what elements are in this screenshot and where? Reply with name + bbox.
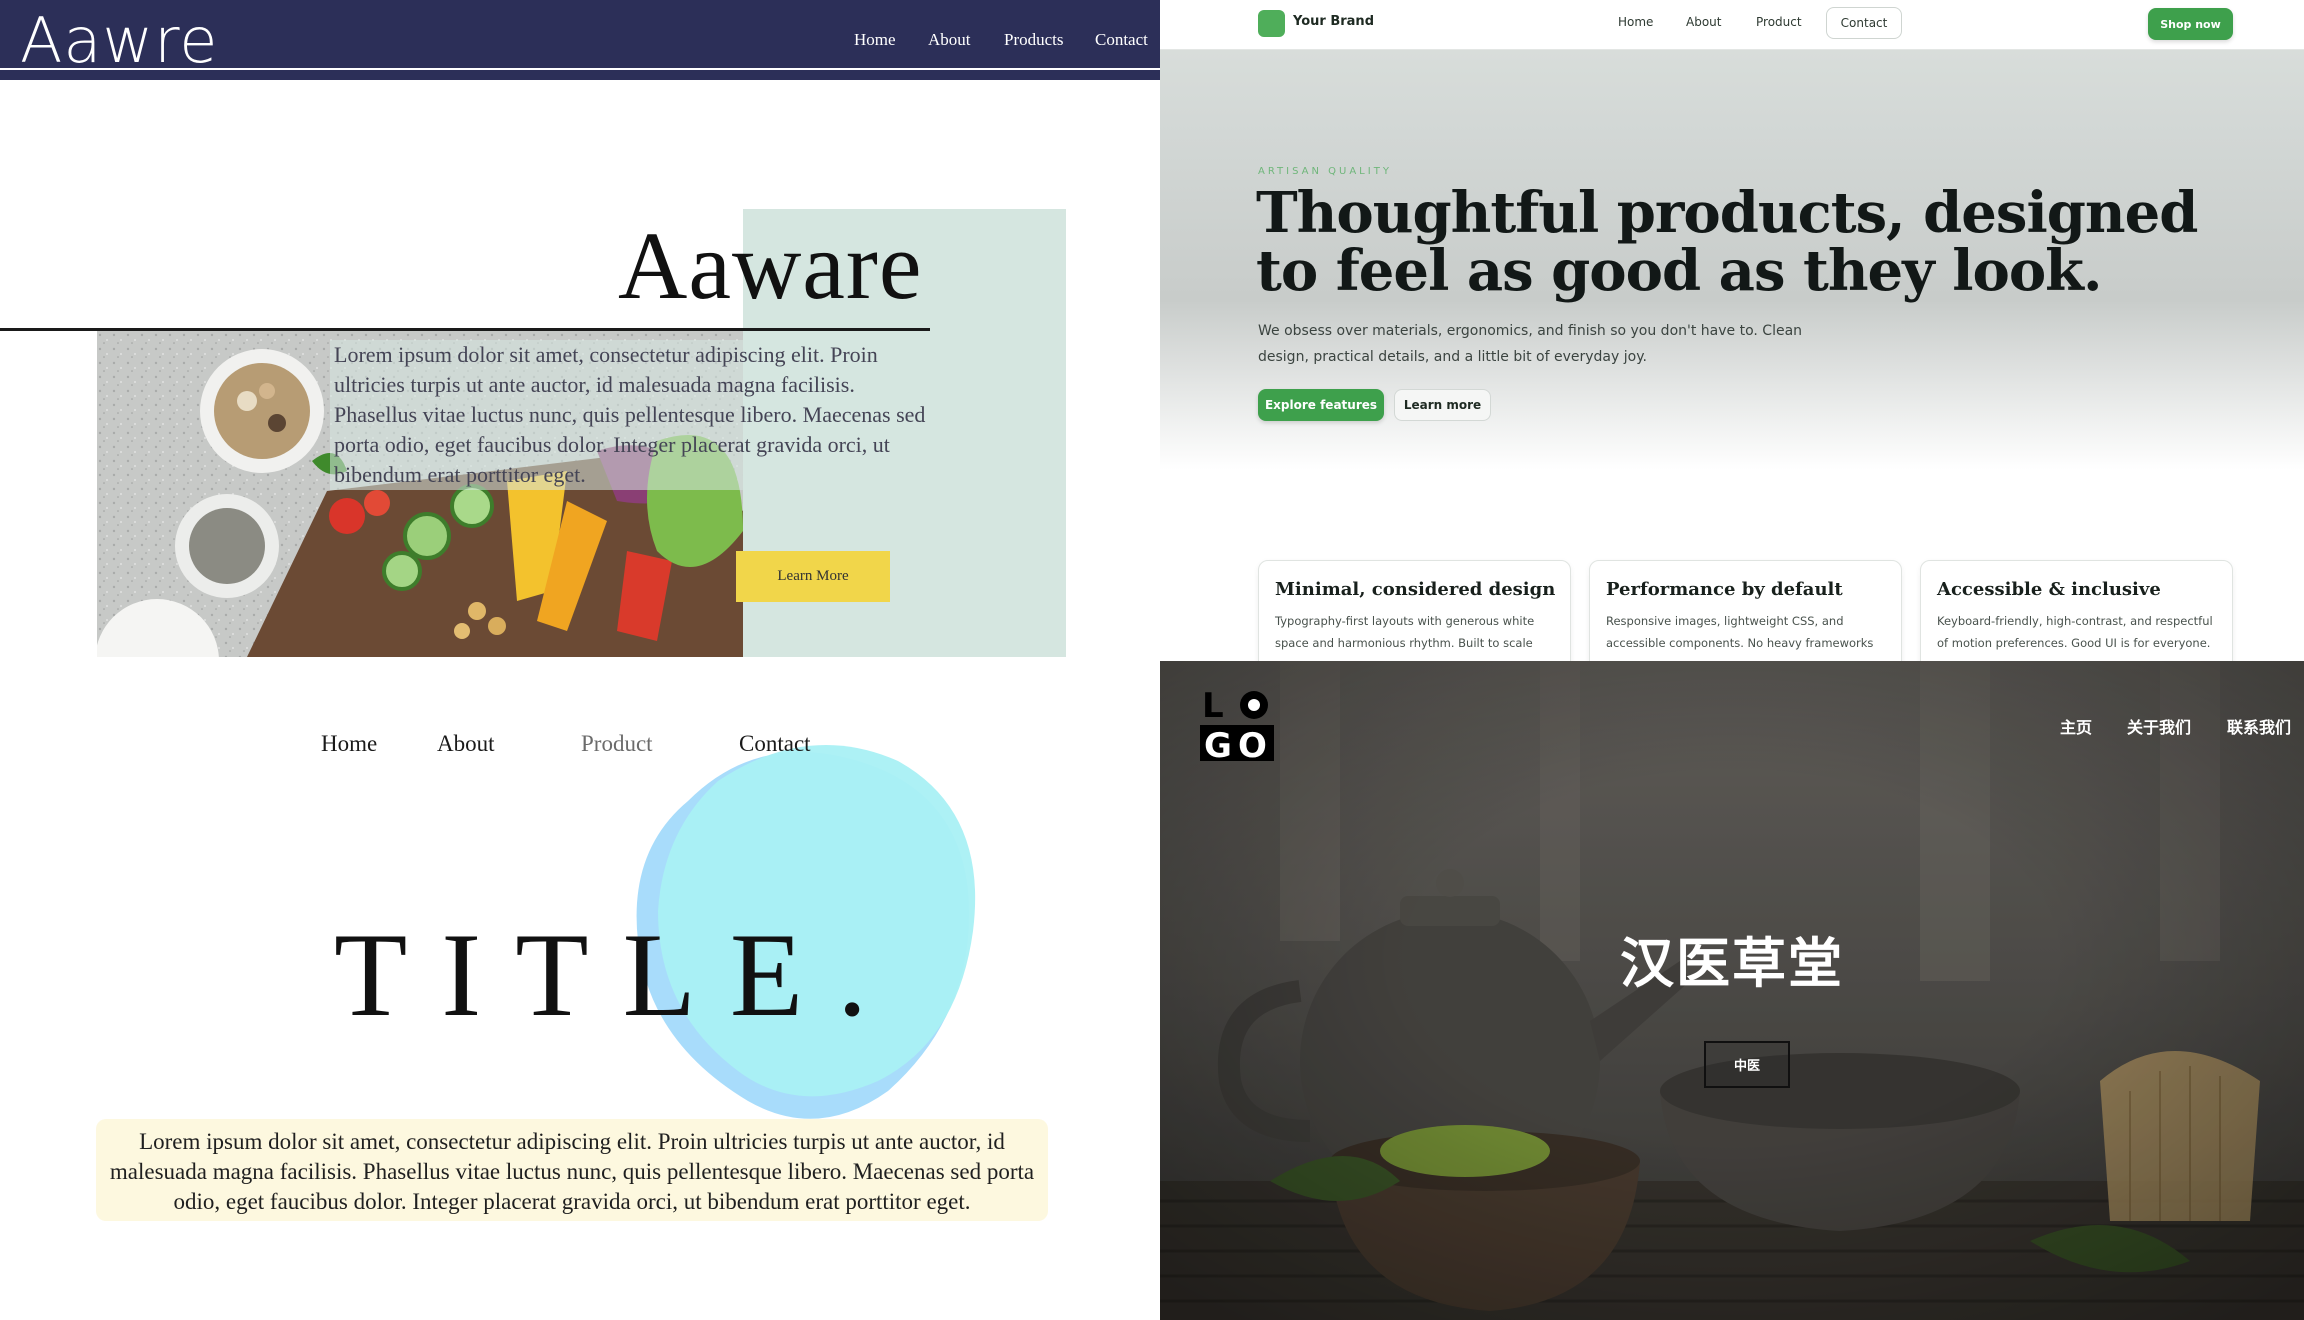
panel-herbal-hall-site: L G O 主页 关于我们 联系我们 汉医草堂 中医 (1160, 661, 2304, 1320)
panel-your-brand-site: Your Brand Home About Product Contact Sh… (1160, 0, 2304, 661)
brand-name[interactable]: Your Brand (1293, 14, 1374, 29)
intro-paragraph: Lorem ipsum dolor sit amet, consectetur … (330, 340, 930, 490)
feature-card-body: Typography-first layouts with generous w… (1275, 614, 1535, 650)
feature-card-title: Performance by default (1606, 579, 1843, 600)
nav-about[interactable]: About (928, 30, 971, 50)
feature-card: Minimal, considered design Typography-fi… (1258, 560, 1571, 661)
brand-logo-icon[interactable] (1258, 10, 1285, 37)
nav-about[interactable]: About (1686, 15, 1721, 29)
shop-now-button[interactable]: Shop now (2148, 8, 2233, 40)
hero-lede: We obsess over materials, ergonomics, an… (1258, 323, 1803, 365)
nav-about[interactable]: 关于我们 (2127, 714, 2191, 738)
site-logo[interactable]: Aawre (20, 4, 218, 77)
nav-about[interactable]: About (437, 731, 495, 757)
feature-card-body: Keyboard-friendly, high-contrast, and re… (1937, 614, 2213, 650)
nav-contact[interactable]: Contact (1095, 30, 1148, 50)
nav-home[interactable]: Home (1618, 15, 1653, 29)
nav-contact[interactable]: 联系我们 (2227, 714, 2291, 738)
nav-products[interactable]: Products (1004, 30, 1064, 50)
hero-divider (0, 328, 930, 331)
learn-more-button[interactable]: Learn more (1394, 389, 1491, 421)
learn-more-button[interactable]: Learn More (736, 551, 890, 602)
nav-home[interactable]: Home (321, 731, 377, 757)
hero-headline: Thoughtful products, designed to feel as… (1256, 180, 2198, 304)
nav-home[interactable]: Home (854, 30, 896, 50)
feature-card: Performance by default Responsive images… (1589, 560, 1902, 661)
site-logo[interactable]: L G O (1198, 685, 1276, 766)
page-title: TITLE. (334, 908, 902, 1041)
tcm-tag-button[interactable]: 中医 (1704, 1041, 1790, 1088)
logo-letter-l: L (1202, 686, 1224, 726)
feature-card-title: Accessible & inclusive (1937, 579, 2161, 600)
eyebrow-label: ARTISAN QUALITY (1258, 166, 1392, 177)
nav-product[interactable]: Product (1756, 15, 1802, 29)
intro-paragraph: Lorem ipsum dolor sit amet, consectetur … (96, 1119, 1048, 1221)
feature-card: Accessible & inclusive Keyboard-friendly… (1920, 560, 2233, 661)
logo-letter-o: O (1238, 726, 1267, 763)
logo-letter-g: G (1204, 726, 1232, 763)
explore-features-button[interactable]: Explore features (1258, 389, 1384, 421)
feature-card-title: Minimal, considered design (1275, 579, 1556, 600)
feature-card-body: Responsive images, lightweight CSS, and … (1606, 614, 1874, 650)
nav-contact[interactable]: Contact (739, 731, 811, 757)
panel-aawre-site: Aawre Home About Products Contact Aaware… (0, 0, 1160, 661)
hero-title: Aaware (618, 212, 923, 319)
nav-contact[interactable]: Contact (1826, 7, 1902, 39)
nav-home[interactable]: 主页 (2060, 714, 2092, 738)
hero-title: 汉医草堂 (1620, 932, 1844, 995)
nav-product[interactable]: Product (581, 731, 653, 757)
panel-title-site: Home About Product Contact TITLE. Lorem … (0, 661, 1160, 1320)
